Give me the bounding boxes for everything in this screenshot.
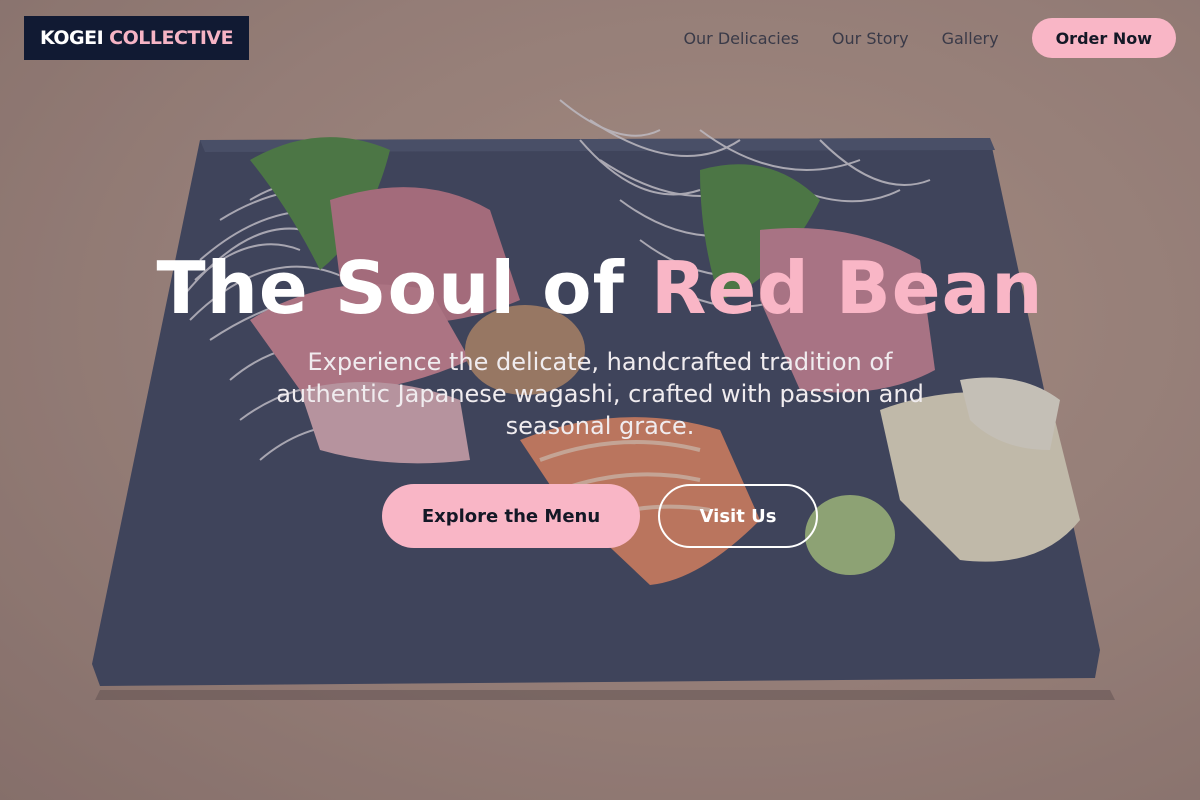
hero-title: The Soul of Red Bean [0,248,1200,328]
nav-link-gallery[interactable]: Gallery [942,29,999,48]
hero-section: The Soul of Red Bean Experience the deli… [0,248,1200,548]
visit-us-button[interactable]: Visit Us [658,484,818,548]
brand-name-part2: COLLECTIVE [109,27,234,49]
hero-title-accent: Red Bean [651,246,1044,330]
nav-link-story[interactable]: Our Story [832,29,909,48]
hero-title-main: The Soul of [156,246,625,330]
brand-logo[interactable]: KOGEI COLLECTIVE [24,16,250,60]
main-nav: Our Delicacies Our Story Gallery Order N… [683,18,1176,58]
brand-name-part1: KOGEI [40,27,104,49]
hero-actions: Explore the Menu Visit Us [0,484,1200,548]
hero-subtitle: Experience the delicate, handcrafted tra… [276,348,924,440]
site-header: KOGEI COLLECTIVE Our Delicacies Our Stor… [0,0,1200,76]
order-now-button[interactable]: Order Now [1031,18,1176,58]
explore-menu-button[interactable]: Explore the Menu [382,484,640,548]
nav-link-delicacies[interactable]: Our Delicacies [683,29,798,48]
